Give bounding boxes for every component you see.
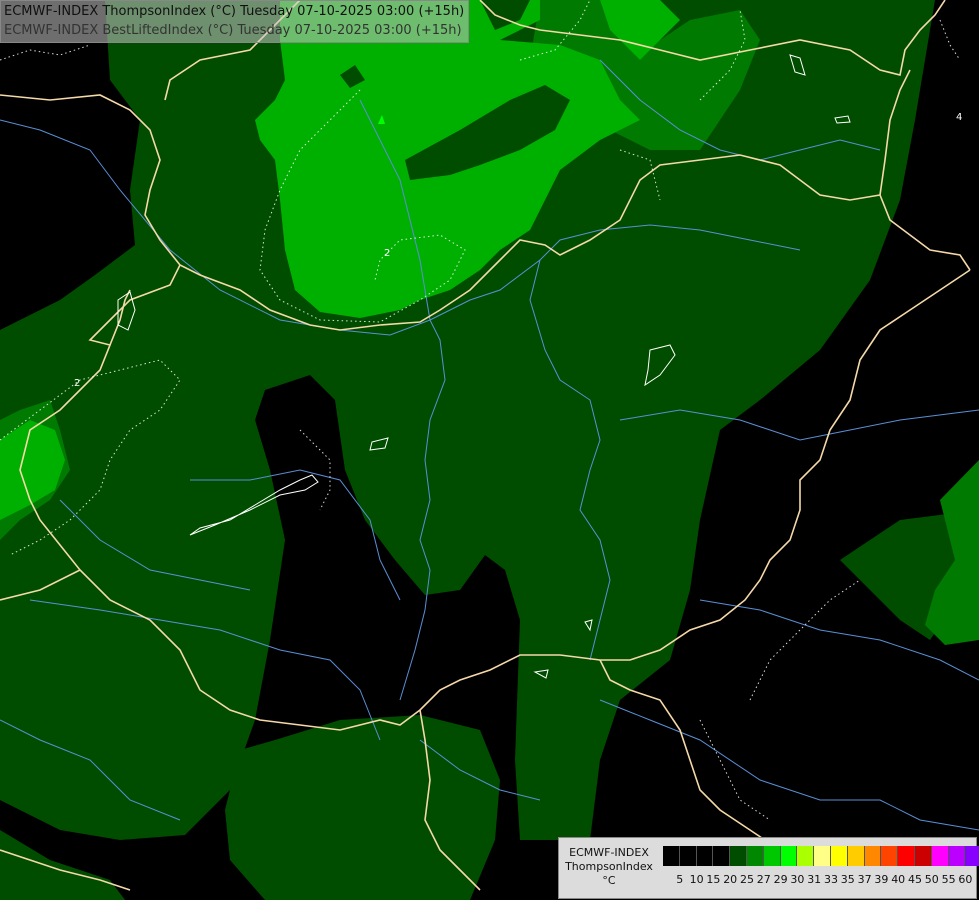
legend-swatch	[948, 846, 966, 866]
legend-label: ECMWF-INDEX ThompsonIndex °C	[559, 846, 659, 888]
legend-tick: 10	[689, 873, 704, 886]
legend-swatch	[746, 846, 764, 866]
legend-swatch	[679, 846, 697, 866]
legend-swatch	[663, 846, 680, 866]
legend-tick: 37	[857, 873, 872, 886]
legend-swatch	[814, 846, 831, 866]
title-line-bestlifted: ECMWF-INDEX BestLiftedIndex (°C) Tuesday…	[4, 23, 462, 38]
legend-tick: 27	[756, 873, 771, 886]
legend-swatch	[797, 846, 815, 866]
legend-swatch	[931, 846, 949, 866]
legend-tick: 5	[676, 873, 684, 886]
legend-tick: 40	[891, 873, 906, 886]
weather-map: 2 2 4	[0, 0, 979, 900]
legend-swatch	[730, 846, 747, 866]
legend-tick: 39	[874, 873, 889, 886]
title-box: ECMWF-INDEX ThompsonIndex (°C) Tuesday 0…	[0, 0, 470, 43]
legend-tick: 25	[740, 873, 754, 886]
legend-parameter: ThompsonIndex	[565, 860, 653, 873]
legend-swatch	[780, 846, 798, 866]
legend-swatch	[713, 846, 731, 866]
legend-tick: 29	[773, 873, 788, 886]
legend: ECMWF-INDEX ThompsonIndex °C 5 10 15 20 25 27…	[558, 837, 979, 899]
legend-tick: 30	[790, 873, 805, 886]
legend-swatch	[696, 846, 714, 866]
legend-tick: 35	[840, 873, 855, 886]
legend-tick: 15	[706, 873, 721, 886]
legend-tick: 33	[824, 873, 838, 886]
legend-swatch	[763, 846, 781, 866]
legend-swatch	[847, 846, 865, 866]
legend-tick: 60	[958, 873, 973, 886]
legend-swatch	[898, 846, 915, 866]
legend-swatch	[881, 846, 899, 866]
contour-label: 2	[74, 378, 80, 389]
legend-tick: 50	[924, 873, 939, 886]
legend-tick: 55	[941, 873, 956, 886]
legend-model: ECMWF-INDEX	[569, 846, 649, 859]
legend-swatch	[864, 846, 882, 866]
contour-label: 4	[956, 112, 962, 123]
contour-label: 2	[384, 248, 390, 259]
legend-color-scale	[663, 846, 979, 866]
legend-tick: 20	[723, 873, 738, 886]
legend-swatch	[830, 846, 848, 866]
title-line-thompson: ECMWF-INDEX ThompsonIndex (°C) Tuesday 0…	[4, 4, 465, 19]
legend-tick: 31	[807, 873, 822, 886]
legend-unit: °C	[602, 874, 616, 887]
legend-swatch	[914, 846, 932, 866]
legend-tick: 45	[908, 873, 922, 886]
legend-swatch	[965, 846, 979, 866]
